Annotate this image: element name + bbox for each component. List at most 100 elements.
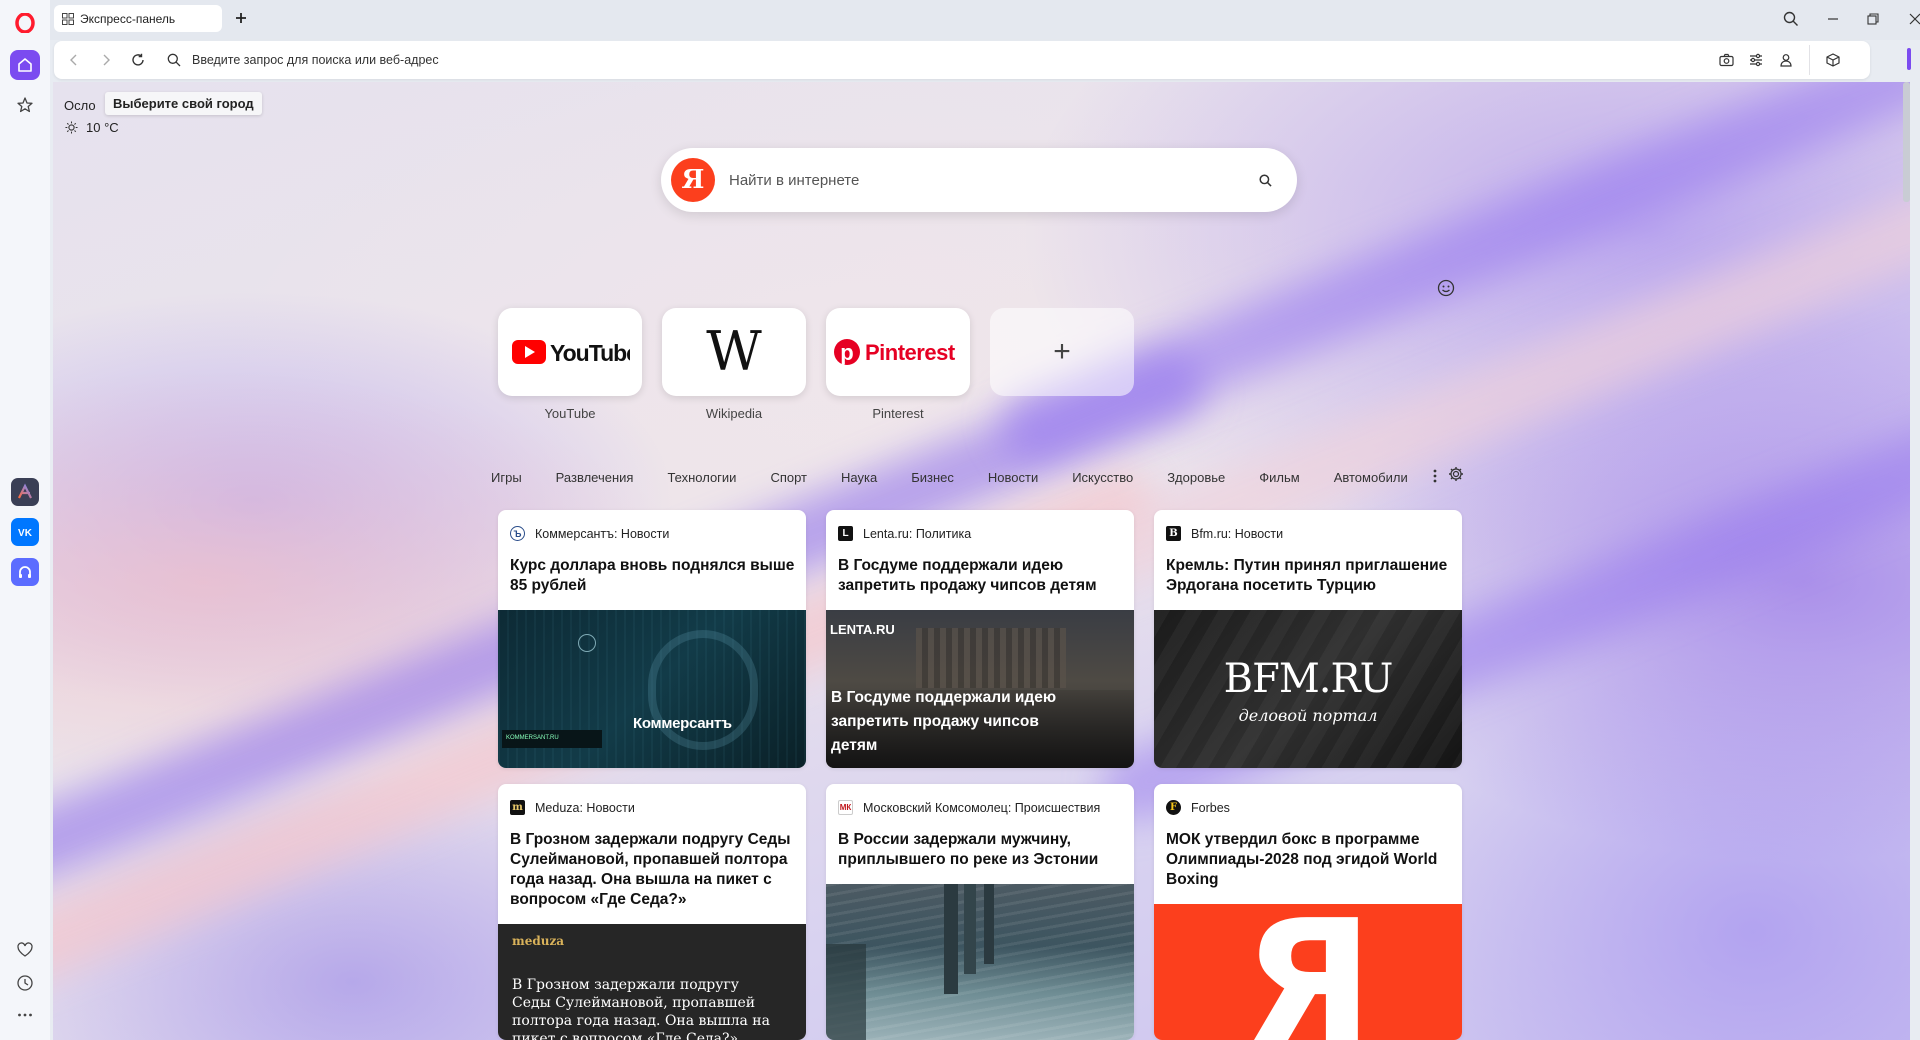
news-card[interactable]: МК Московский Комсомолец: Происшествия В… <box>826 784 1134 1040</box>
home-button[interactable] <box>10 50 40 80</box>
search-input[interactable] <box>729 170 1229 190</box>
extensions-button[interactable] <box>1818 45 1848 75</box>
category-games[interactable]: Игры <box>491 470 522 485</box>
tab-search-button[interactable] <box>1778 8 1804 30</box>
news-source-label: Московский Комсомолец: Происшествия <box>863 801 1101 815</box>
page-scrollbar[interactable] <box>1903 82 1910 202</box>
restore-icon <box>1867 13 1879 25</box>
news-title: В Госдуме поддержали идею запретить прод… <box>838 557 1097 594</box>
weather-city-tooltip: Выберите свой город <box>105 92 262 115</box>
weather-temperature[interactable]: 10 °C <box>65 120 119 135</box>
user-icon <box>1780 54 1792 67</box>
news-source-label: Meduza: Новости <box>535 801 635 815</box>
speed-dial-page: Осло Выберите свой город 10 °C Я YouTube… <box>53 82 1910 1040</box>
category-news[interactable]: Новости <box>988 470 1038 485</box>
gear-icon <box>1448 466 1463 481</box>
mk-icon: МК <box>838 800 853 815</box>
bfm-icon: B <box>1166 526 1181 541</box>
minimize-button[interactable] <box>1820 8 1846 30</box>
svg-text:Pinterest: Pinterest <box>865 340 956 365</box>
headphones-icon <box>19 566 31 578</box>
category-sport[interactable]: Спорт <box>770 470 807 485</box>
search-button[interactable] <box>1255 170 1275 190</box>
news-title: МОК утвердил бокс в программе Олимпиады-… <box>1166 831 1438 888</box>
category-film[interactable]: Фильм <box>1259 470 1299 485</box>
temperature-value: 10 °C <box>86 120 119 135</box>
news-source: B Bfm.ru: Новости <box>1166 526 1446 542</box>
news-card[interactable]: B Bfm.ru: Новости Кремль: Путин принял п… <box>1154 510 1462 768</box>
reload-button[interactable] <box>128 50 148 70</box>
speed-dial-wikipedia[interactable]: W <box>662 308 806 396</box>
address-search-icon <box>164 50 184 70</box>
restore-button[interactable] <box>1860 8 1886 30</box>
my-flow-button[interactable] <box>10 935 40 965</box>
svg-text:p: p <box>840 340 853 365</box>
more-button[interactable] <box>10 1000 40 1030</box>
category-art[interactable]: Искусство <box>1072 470 1133 485</box>
more-dots-icon <box>18 1013 32 1017</box>
address-input[interactable] <box>192 50 1192 70</box>
search-icon <box>1258 173 1272 187</box>
news-source-label: Bfm.ru: Новости <box>1191 527 1284 541</box>
category-technology[interactable]: Технологии <box>667 470 736 485</box>
news-card[interactable]: L Lenta.ru: Политика В Госдуме поддержал… <box>826 510 1134 768</box>
divider <box>1809 45 1810 75</box>
news-settings-button[interactable] <box>1448 466 1464 485</box>
news-image: Я <box>1154 904 1462 1040</box>
news-title: Кремль: Путин принял приглашение Эрдоган… <box>1166 557 1448 594</box>
categories-more-button[interactable] <box>1432 468 1438 487</box>
sliders-icon <box>1750 53 1762 67</box>
snapshot-button[interactable] <box>1711 45 1741 75</box>
aria-app-button[interactable] <box>11 478 39 506</box>
speed-dial-label: Pinterest <box>872 406 924 421</box>
close-button[interactable] <box>1902 8 1920 30</box>
image-caption: В Госдуме поддержали идею запретить прод… <box>831 689 1057 754</box>
news-card[interactable]: Ъ Коммерсантъ: Новости Курс доллара внов… <box>498 510 806 768</box>
cube-icon <box>1826 53 1840 67</box>
tab-speed-dial[interactable]: Экспресс-панель <box>54 5 222 32</box>
news-source-label: Forbes <box>1191 801 1230 815</box>
address-bar <box>54 41 1870 79</box>
yandex-logo-icon[interactable]: Я <box>671 158 715 202</box>
bookmarks-button[interactable] <box>10 90 40 120</box>
category-entertainment[interactable]: Развлечения <box>556 470 634 485</box>
weather-city[interactable]: Осло <box>64 98 96 113</box>
news-source: Ъ Коммерсантъ: Новости <box>510 526 790 542</box>
sun-icon <box>65 121 78 134</box>
speed-dial-pinterest[interactable]: p Pinterest <box>826 308 970 396</box>
news-card[interactable]: F Forbes МОК утвердил бокс в программе О… <box>1154 784 1462 1040</box>
category-science[interactable]: Наука <box>841 470 877 485</box>
new-tab-button[interactable] <box>230 7 252 29</box>
aria-icon <box>18 483 32 499</box>
speed-dial-youtube[interactable]: YouTube <box>498 308 642 396</box>
opera-logo-icon[interactable] <box>12 10 38 36</box>
forward-button[interactable] <box>96 50 116 70</box>
vk-icon: VK <box>18 528 33 539</box>
news-source: МК Московский Комсомолец: Происшествия <box>838 800 1118 816</box>
profile-button[interactable] <box>1771 45 1801 75</box>
speed-dial-icon <box>62 12 74 25</box>
category-health[interactable]: Здоровье <box>1167 470 1225 485</box>
pinterest-logo-icon: p Pinterest <box>834 339 956 365</box>
news-image: BFM.RU деловой портал <box>1154 610 1462 768</box>
easy-setup-button[interactable] <box>1741 45 1771 75</box>
vk-app-button[interactable]: VK <box>11 518 39 546</box>
history-button[interactable] <box>10 968 40 998</box>
news-image: meduza В Грозном задержали подругу Седы … <box>498 924 806 1040</box>
image-caption: KOMMERSANT.RU <box>506 735 559 741</box>
customize-button[interactable] <box>1435 277 1457 299</box>
category-business[interactable]: Бизнес <box>911 470 954 485</box>
yandex-logo-icon: Я <box>1242 904 1374 1040</box>
music-app-button[interactable] <box>11 558 39 586</box>
news-title: В Грозном задержали подругу Седы Сулейма… <box>510 831 791 908</box>
back-button[interactable] <box>64 50 84 70</box>
sidebar: VK <box>0 0 50 1040</box>
news-title: Курс доллара вновь поднялся выше 85 рубл… <box>510 557 795 594</box>
lenta-icon: L <box>838 526 853 541</box>
heart-icon <box>17 942 33 957</box>
news-card[interactable]: m Meduza: Новости В Грозном задержали по… <box>498 784 806 1040</box>
category-auto[interactable]: Автомобили <box>1334 470 1408 485</box>
image-logo-text: Коммерсантъ <box>633 715 732 732</box>
add-site-button[interactable]: + <box>990 308 1134 396</box>
search-box: Я <box>661 148 1297 212</box>
